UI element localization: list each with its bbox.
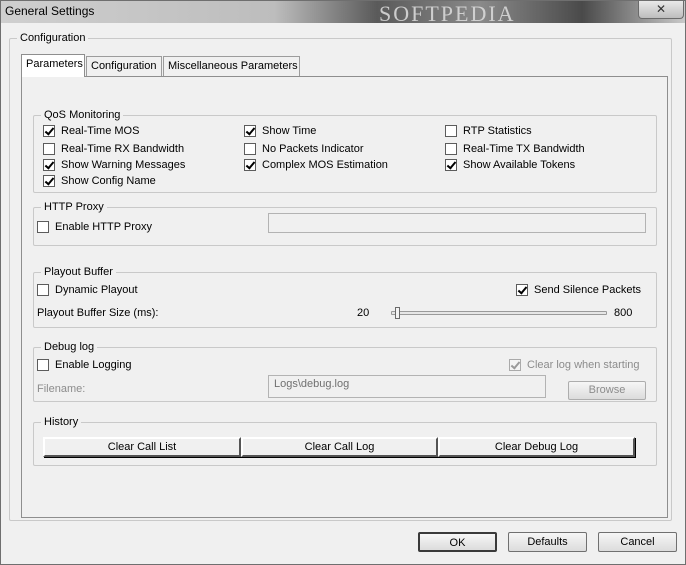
filename-field[interactable]: Logs\debug.log	[268, 375, 546, 398]
playout-buffer-slider-thumb[interactable]	[394, 307, 400, 319]
checkbox-label: Enable Logging	[55, 359, 132, 371]
complex-mos-estimation-checkbox[interactable]: Complex MOS Estimation	[244, 159, 388, 171]
slider-max-label: 800	[614, 307, 633, 319]
qos-monitoring-label: QoS Monitoring	[44, 109, 121, 121]
checkbox-box[interactable]	[516, 284, 528, 296]
checkbox-box[interactable]	[244, 125, 256, 137]
history-label: History	[44, 416, 79, 428]
cancel-button[interactable]: Cancel	[598, 532, 677, 552]
real-time-mos-checkbox[interactable]: Real-Time MOS	[43, 125, 139, 137]
checkbox-box[interactable]	[43, 159, 55, 171]
debug-log-label: Debug log	[44, 341, 95, 353]
checkbox-box[interactable]	[43, 125, 55, 137]
checkbox-label: Real-Time MOS	[61, 125, 140, 137]
show-available-tokens-checkbox[interactable]: Show Available Tokens	[445, 159, 575, 171]
clear-call-list-button[interactable]: Clear Call List	[43, 437, 241, 457]
tab-label: Miscellaneous Parameters	[168, 60, 298, 72]
send-silence-packets-checkbox[interactable]: Send Silence Packets	[516, 284, 641, 296]
playout-buffer-slider[interactable]	[391, 311, 607, 315]
checkbox-box[interactable]	[244, 143, 256, 155]
show-time-checkbox[interactable]: Show Time	[244, 125, 316, 137]
checkbox-box[interactable]	[43, 143, 55, 155]
checkbox-label: Complex MOS Estimation	[262, 159, 388, 171]
checkbox-box[interactable]	[37, 359, 49, 371]
checkbox-label: Show Warning Messages	[61, 159, 186, 171]
proxy-address-field[interactable]	[268, 213, 646, 233]
checkbox-label: Real-Time RX Bandwidth	[61, 143, 185, 155]
dialog-client: Configuration Parameters Configuration M…	[6, 24, 680, 561]
defaults-button[interactable]: Defaults	[508, 532, 587, 552]
tab-label: Parameters	[26, 58, 83, 70]
clear-call-log-button[interactable]: Clear Call Log	[241, 437, 438, 457]
checkbox-label: Clear log when starting	[527, 359, 640, 371]
browse-button[interactable]: Browse	[568, 381, 646, 400]
title-bar[interactable]: General Settings SOFTPEDIA ✕	[1, 1, 685, 26]
enable-http-proxy-checkbox[interactable]: Enable HTTP Proxy	[37, 221, 152, 233]
ok-button[interactable]: OK	[418, 532, 497, 552]
checkbox-label: Show Available Tokens	[463, 159, 576, 171]
tab-configuration[interactable]: Configuration	[86, 56, 162, 76]
close-button[interactable]: ✕	[638, 1, 684, 19]
clear-debug-log-button[interactable]: Clear Debug Log	[438, 437, 635, 457]
parameters-tab-panel: QoS Monitoring Real-Time MOS Real-Time R…	[21, 76, 668, 518]
checkbox-box[interactable]	[445, 159, 457, 171]
checkbox-label: Show Time	[262, 125, 317, 137]
checkbox-label: Dynamic Playout	[55, 284, 138, 296]
configuration-group-label: Configuration	[20, 32, 86, 44]
no-packets-indicator-checkbox[interactable]: No Packets Indicator	[244, 143, 364, 155]
window-title: General Settings	[5, 4, 95, 18]
filename-label: Filename:	[37, 383, 86, 395]
real-time-tx-bandwidth-checkbox[interactable]: Real-Time TX Bandwidth	[445, 143, 585, 155]
checkbox-label: No Packets Indicator	[262, 143, 364, 155]
general-settings-window: General Settings SOFTPEDIA ✕ Configurati…	[0, 0, 686, 565]
close-icon: ✕	[655, 2, 667, 16]
http-proxy-label: HTTP Proxy	[44, 201, 104, 213]
tab-miscellaneous-parameters[interactable]: Miscellaneous Parameters	[163, 56, 300, 76]
show-warning-messages-checkbox[interactable]: Show Warning Messages	[43, 159, 185, 171]
checkbox-box[interactable]	[244, 159, 256, 171]
checkbox-label: Show Config Name	[61, 175, 156, 187]
tab-parameters[interactable]: Parameters	[21, 54, 85, 77]
rtp-statistics-checkbox[interactable]: RTP Statistics	[445, 125, 532, 137]
enable-logging-checkbox[interactable]: Enable Logging	[37, 359, 131, 371]
playout-buffer-size-label: Playout Buffer Size (ms):	[37, 307, 159, 319]
checkbox-label: Enable HTTP Proxy	[55, 221, 153, 233]
checkbox-box[interactable]	[445, 143, 457, 155]
checkbox-label: Send Silence Packets	[534, 284, 642, 296]
show-config-name-checkbox[interactable]: Show Config Name	[43, 175, 156, 187]
clear-log-when-starting-checkbox[interactable]: Clear log when starting	[509, 359, 640, 371]
checkbox-box[interactable]	[445, 125, 457, 137]
real-time-rx-bandwidth-checkbox[interactable]: Real-Time RX Bandwidth	[43, 143, 184, 155]
checkbox-box[interactable]	[43, 175, 55, 187]
dynamic-playout-checkbox[interactable]: Dynamic Playout	[37, 284, 138, 296]
checkbox-label: Real-Time TX Bandwidth	[463, 143, 585, 155]
playout-buffer-label: Playout Buffer	[44, 266, 113, 278]
slider-min-label: 20	[357, 307, 370, 319]
checkbox-box[interactable]	[37, 284, 49, 296]
checkbox-label: RTP Statistics	[463, 125, 532, 137]
tab-label: Configuration	[91, 60, 157, 72]
checkbox-box[interactable]	[509, 359, 521, 371]
checkbox-box[interactable]	[37, 221, 49, 233]
